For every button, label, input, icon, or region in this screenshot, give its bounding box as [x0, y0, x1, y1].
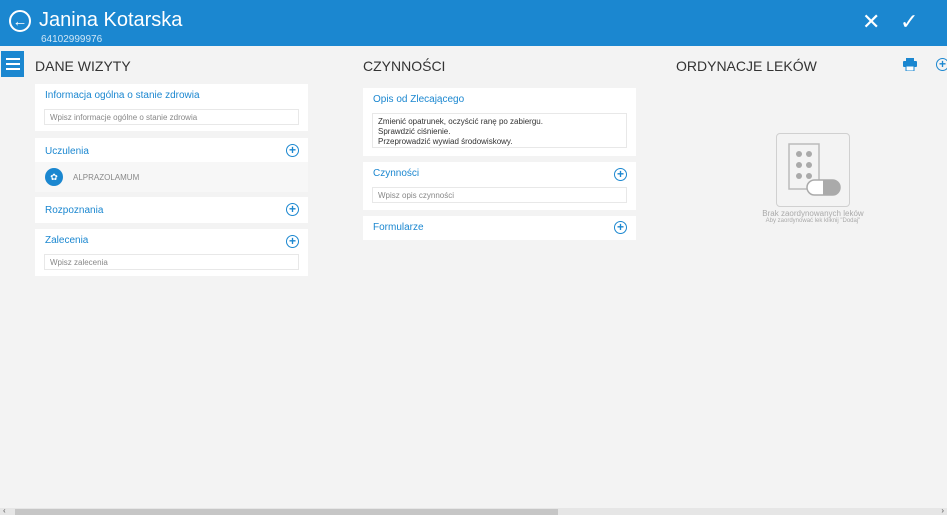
scroll-left-arrow[interactable]: ‹ [3, 506, 6, 515]
empty-state-title: Brak zaordynowanych leków [762, 209, 864, 218]
patient-name: Janina Kotarska [39, 9, 183, 31]
arrow-left-icon: ← [12, 12, 28, 30]
card-rozpoznania: Rozpoznania + [35, 197, 308, 223]
close-icon: ✕ [862, 9, 881, 34]
print-button[interactable] [903, 58, 917, 72]
no-medications-icon [776, 133, 850, 207]
section-title-czynnosci: CZYNNOŚCI [363, 58, 446, 74]
card-title: Informacja ogólna o stanie zdrowia [45, 90, 200, 101]
card-formularze: Formularze + [363, 216, 636, 240]
description-line: Sprawdzić ciśnienie. [378, 127, 451, 136]
add-activity-button[interactable]: + [614, 168, 627, 181]
description-line: Zmienić opatrunek, oczyścić ranę po zabi… [378, 117, 543, 126]
card-title: Opis od Zlecającego [373, 94, 465, 105]
scroll-right-arrow[interactable]: › [941, 506, 944, 515]
hamburger-menu-button[interactable] [1, 51, 24, 77]
card-title: Formularze [373, 222, 424, 233]
card-title: Uczulenia [45, 146, 89, 157]
add-allergy-button[interactable]: + [286, 144, 299, 157]
card-title: Rozpoznania [45, 205, 104, 216]
allergy-item[interactable]: ✿ ALPRAZOLAMUM [45, 168, 308, 186]
section-title-dane-wizyty: DANE WIZYTY [35, 58, 131, 74]
card-czynnosci: Czynności + Wpisz opis czynności [363, 162, 636, 210]
printer-icon [903, 58, 917, 72]
horizontal-scrollbar[interactable]: ‹ › [0, 506, 947, 515]
app-header: ← Janina Kotarska 64102999976 ✕ ✓ [0, 0, 947, 46]
card-uczulenia: Uczulenia + ✿ ALPRAZOLAMUM [35, 138, 308, 192]
card-info: Informacja ogólna o stanie zdrowia Wpisz… [35, 84, 308, 131]
patient-pesel: 64102999976 [41, 34, 103, 45]
add-diagnosis-button[interactable]: + [286, 203, 299, 216]
close-button[interactable]: ✕ [862, 10, 880, 34]
add-medication-button[interactable]: + [936, 58, 947, 71]
back-button[interactable]: ← [9, 10, 31, 32]
description-line: Przeprowadzić wywiad środowiskowy. [378, 137, 513, 146]
check-icon: ✓ [900, 9, 919, 34]
allergy-name: ALPRAZOLAMUM [73, 173, 140, 182]
empty-state-hint: Aby zaordynować lek kliknij "Dodaj" [765, 218, 861, 224]
order-description: Zmienić opatrunek, oczyścić ranę po zabi… [372, 113, 627, 148]
allergy-icon: ✿ [45, 168, 63, 186]
health-info-input[interactable]: Wpisz informacje ogólne o stanie zdrowia [44, 109, 299, 125]
scrollbar-thumb[interactable] [15, 509, 558, 515]
recommendation-input[interactable]: Wpisz zalecenia [44, 254, 299, 270]
add-recommendation-button[interactable]: + [286, 235, 299, 248]
card-title: Czynności [373, 168, 420, 179]
card-title: Zalecenia [45, 235, 89, 246]
activity-input[interactable]: Wpisz opis czynności [372, 187, 627, 203]
card-opis: Opis od Zlecającego Zmienić opatrunek, o… [363, 88, 636, 156]
section-title-ordynacje: ORDYNACJE LEKÓW [676, 58, 817, 74]
card-zalecenia: Zalecenia + Wpisz zalecenia [35, 229, 308, 276]
confirm-button[interactable]: ✓ [900, 10, 918, 34]
add-form-button[interactable]: + [614, 221, 627, 234]
